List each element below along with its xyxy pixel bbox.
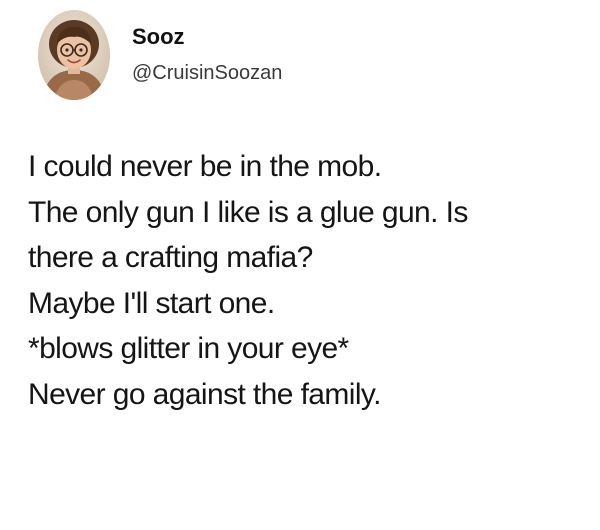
tweet-text-line: Maybe I'll start one. <box>28 286 275 320</box>
tweet-card: Sooz @CruisinSoozan I could never be in … <box>0 0 600 530</box>
author-display-name[interactable]: Sooz <box>132 26 185 48</box>
profile-photo-icon <box>38 10 110 100</box>
author-handle[interactable]: @CruisinSoozan <box>132 63 282 83</box>
tweet-text-line: *blows glitter in your eye* <box>28 332 349 365</box>
tweet-text-line: The only gun I like is a glue gun. Is <box>28 195 468 229</box>
tweet-text-line: Never go against the family. <box>28 377 381 411</box>
tweet-text-line: there a crafting mafia? <box>28 241 313 274</box>
tweet-body: I could never be in the mob. The only gu… <box>28 144 588 417</box>
avatar[interactable] <box>38 10 110 100</box>
tweet-text-line: I could never be in the mob. <box>28 150 382 183</box>
